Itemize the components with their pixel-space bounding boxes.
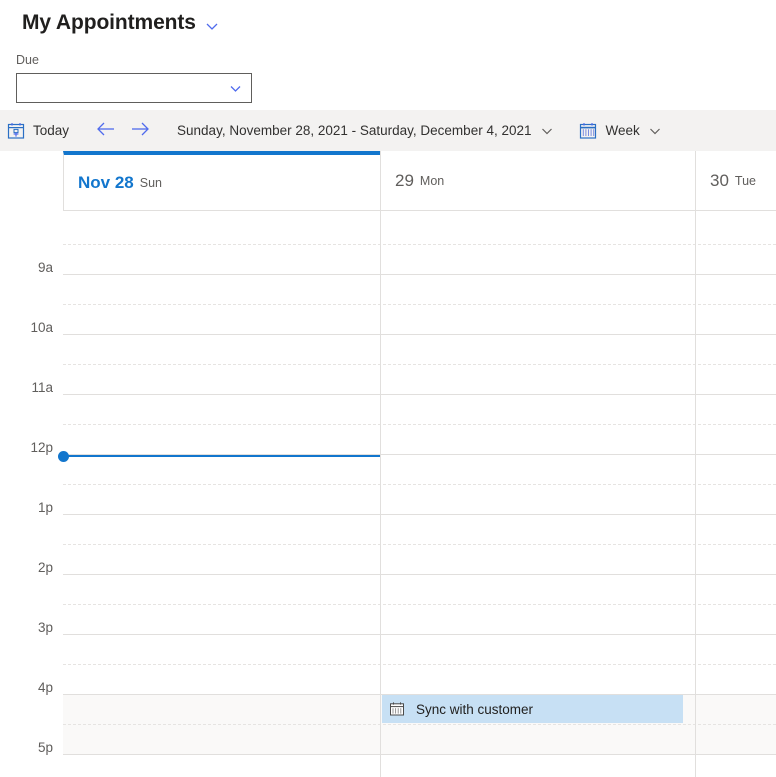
appointment-title: Sync with customer	[416, 701, 534, 717]
day-weekday: Mon	[419, 174, 445, 188]
hour-row[interactable]	[63, 215, 776, 275]
day-column-divider	[380, 211, 381, 777]
chevron-down-icon[interactable]	[205, 19, 219, 33]
chevron-down-icon[interactable]	[540, 124, 554, 138]
half-hour-divider	[63, 604, 776, 605]
day-number: Nov 28	[78, 173, 134, 192]
hour-label: 5p	[37, 740, 53, 755]
calendar-week-view: Nov 28 Sun 29 Mon 30 Tue Sync with customer 9…	[0, 151, 776, 777]
today-button[interactable]: Today	[0, 110, 75, 151]
hour-label: 11a	[31, 380, 53, 395]
calendar-day-header-row: Nov 28 Sun 29 Mon 30 Tue	[0, 151, 776, 211]
current-time-line	[63, 455, 380, 457]
hour-label: 1p	[37, 500, 53, 515]
calendar-command-bar: Today Sunday, November 28, 2021 - Saturd…	[0, 110, 776, 151]
calendar-icon	[388, 700, 406, 718]
arrow-left-icon	[95, 120, 117, 141]
half-hour-divider	[63, 304, 776, 305]
chevron-down-icon[interactable]	[648, 124, 662, 138]
page-header: My Appointments	[0, 0, 776, 46]
half-hour-divider	[63, 724, 776, 725]
day-weekday: Tue	[734, 174, 756, 188]
calendar-week-icon	[578, 121, 598, 141]
today-button-label: Today	[33, 123, 70, 138]
due-filter: Due	[0, 46, 776, 103]
hour-row[interactable]	[63, 335, 776, 395]
hour-label: 10a	[30, 320, 53, 335]
view-selector[interactable]: Week	[572, 110, 668, 151]
hour-row[interactable]	[63, 575, 776, 635]
calendar-grid: Sync with customer 9a 10a 11a 12p 1p 2p 3p 4p 5p	[0, 211, 776, 777]
calendar-grid-rows: Sync with customer	[58, 211, 776, 777]
next-week-button[interactable]	[123, 120, 157, 141]
appointment-block[interactable]: Sync with customer	[382, 695, 683, 723]
hour-label: 4p	[37, 680, 53, 695]
hour-label: 3p	[37, 620, 53, 635]
hour-row[interactable]	[63, 395, 776, 455]
half-hour-divider	[63, 664, 776, 665]
half-hour-divider	[63, 364, 776, 365]
hour-row[interactable]	[63, 635, 776, 695]
time-gutter: 9a 10a 11a 12p 1p 2p 3p 4p 5p	[0, 211, 63, 777]
hour-label: 12p	[30, 440, 53, 455]
previous-week-button[interactable]	[89, 120, 123, 141]
page-title: My Appointments	[22, 11, 196, 34]
due-filter-combobox[interactable]	[16, 73, 252, 103]
hour-label: 9a	[37, 260, 53, 275]
day-column-header[interactable]: 29 Mon	[380, 151, 695, 211]
day-column-divider	[695, 211, 696, 777]
calendar-today-icon	[6, 121, 26, 141]
day-number: 30	[710, 171, 729, 190]
day-number: 29	[395, 171, 414, 190]
hour-row[interactable]	[63, 515, 776, 575]
time-gutter-header	[0, 151, 63, 211]
due-filter-label: Due	[16, 53, 39, 67]
hour-row[interactable]	[63, 455, 776, 515]
current-time-marker	[58, 451, 69, 462]
half-hour-divider	[63, 544, 776, 545]
half-hour-divider	[63, 424, 776, 425]
hour-row[interactable]	[63, 275, 776, 335]
half-hour-divider	[63, 244, 776, 245]
hour-label: 2p	[37, 560, 53, 575]
chevron-down-icon[interactable]	[228, 81, 243, 96]
date-range-label: Sunday, November 28, 2021 - Saturday, De…	[177, 123, 532, 138]
view-selector-label: Week	[605, 123, 640, 138]
half-hour-divider	[63, 484, 776, 485]
day-column-header[interactable]: Nov 28 Sun	[63, 151, 380, 211]
date-range-selector[interactable]: Sunday, November 28, 2021 - Saturday, De…	[157, 110, 559, 151]
day-column-header[interactable]: 30 Tue	[695, 151, 776, 211]
arrow-right-icon	[129, 120, 151, 141]
day-weekday: Sun	[139, 176, 162, 190]
